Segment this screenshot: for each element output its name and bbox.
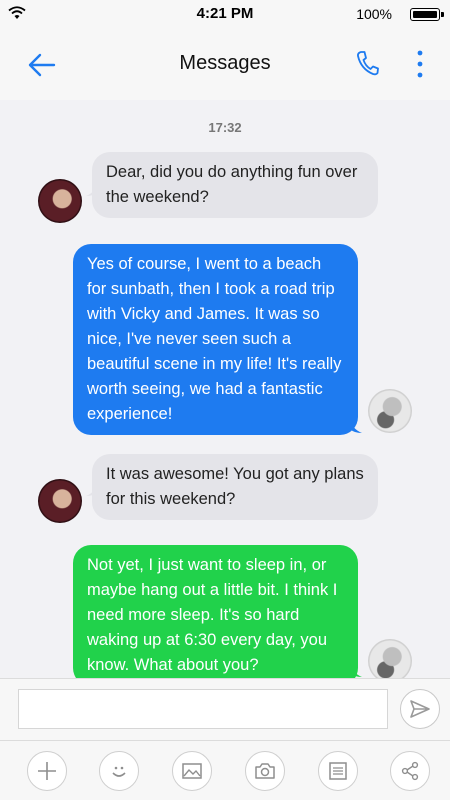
more-vertical-icon[interactable] (410, 48, 430, 80)
chat-area[interactable]: 17:32 Dear, did you do anything fun over… (0, 100, 450, 678)
camera-button[interactable] (245, 751, 285, 791)
contact-avatar[interactable] (38, 179, 82, 223)
chat-timestamp: 17:32 (208, 120, 242, 135)
message-bubble-incoming[interactable]: Dear, did you do anything fun over the w… (92, 152, 378, 218)
note-icon (329, 762, 347, 780)
battery-tip (441, 12, 444, 17)
status-bar: 4:21 PM 100% (0, 0, 450, 28)
send-icon (410, 700, 430, 718)
image-icon (182, 763, 202, 779)
phone-icon[interactable] (355, 50, 379, 76)
note-button[interactable] (318, 751, 358, 791)
emoji-button[interactable] (99, 751, 139, 791)
bubble-tail (350, 663, 362, 677)
emoji-icon (112, 766, 126, 777)
nav-bar: Messages (0, 28, 450, 100)
send-button[interactable] (400, 689, 440, 729)
battery-percentage: 100% (356, 6, 392, 22)
composer-bar (0, 678, 450, 740)
contact-avatar[interactable] (38, 479, 82, 523)
add-icon (38, 762, 56, 780)
battery-icon (410, 8, 440, 21)
message-bubble-outgoing[interactable]: Not yet, I just want to sleep in, or may… (73, 545, 358, 678)
bottom-toolbar (0, 740, 450, 800)
camera-icon (255, 763, 275, 779)
user-avatar[interactable] (368, 389, 412, 433)
share-icon (401, 761, 419, 781)
page-title: Messages (179, 52, 271, 74)
message-bubble-outgoing[interactable]: Yes of course, I went to a beach for sun… (73, 244, 358, 435)
share-button[interactable] (390, 751, 430, 791)
message-input[interactable] (18, 689, 388, 729)
user-avatar[interactable] (368, 639, 412, 678)
add-button[interactable] (27, 751, 67, 791)
image-button[interactable] (172, 751, 212, 791)
bubble-tail (350, 419, 362, 433)
message-bubble-incoming[interactable]: It was awesome! You got any plans for th… (92, 454, 378, 520)
